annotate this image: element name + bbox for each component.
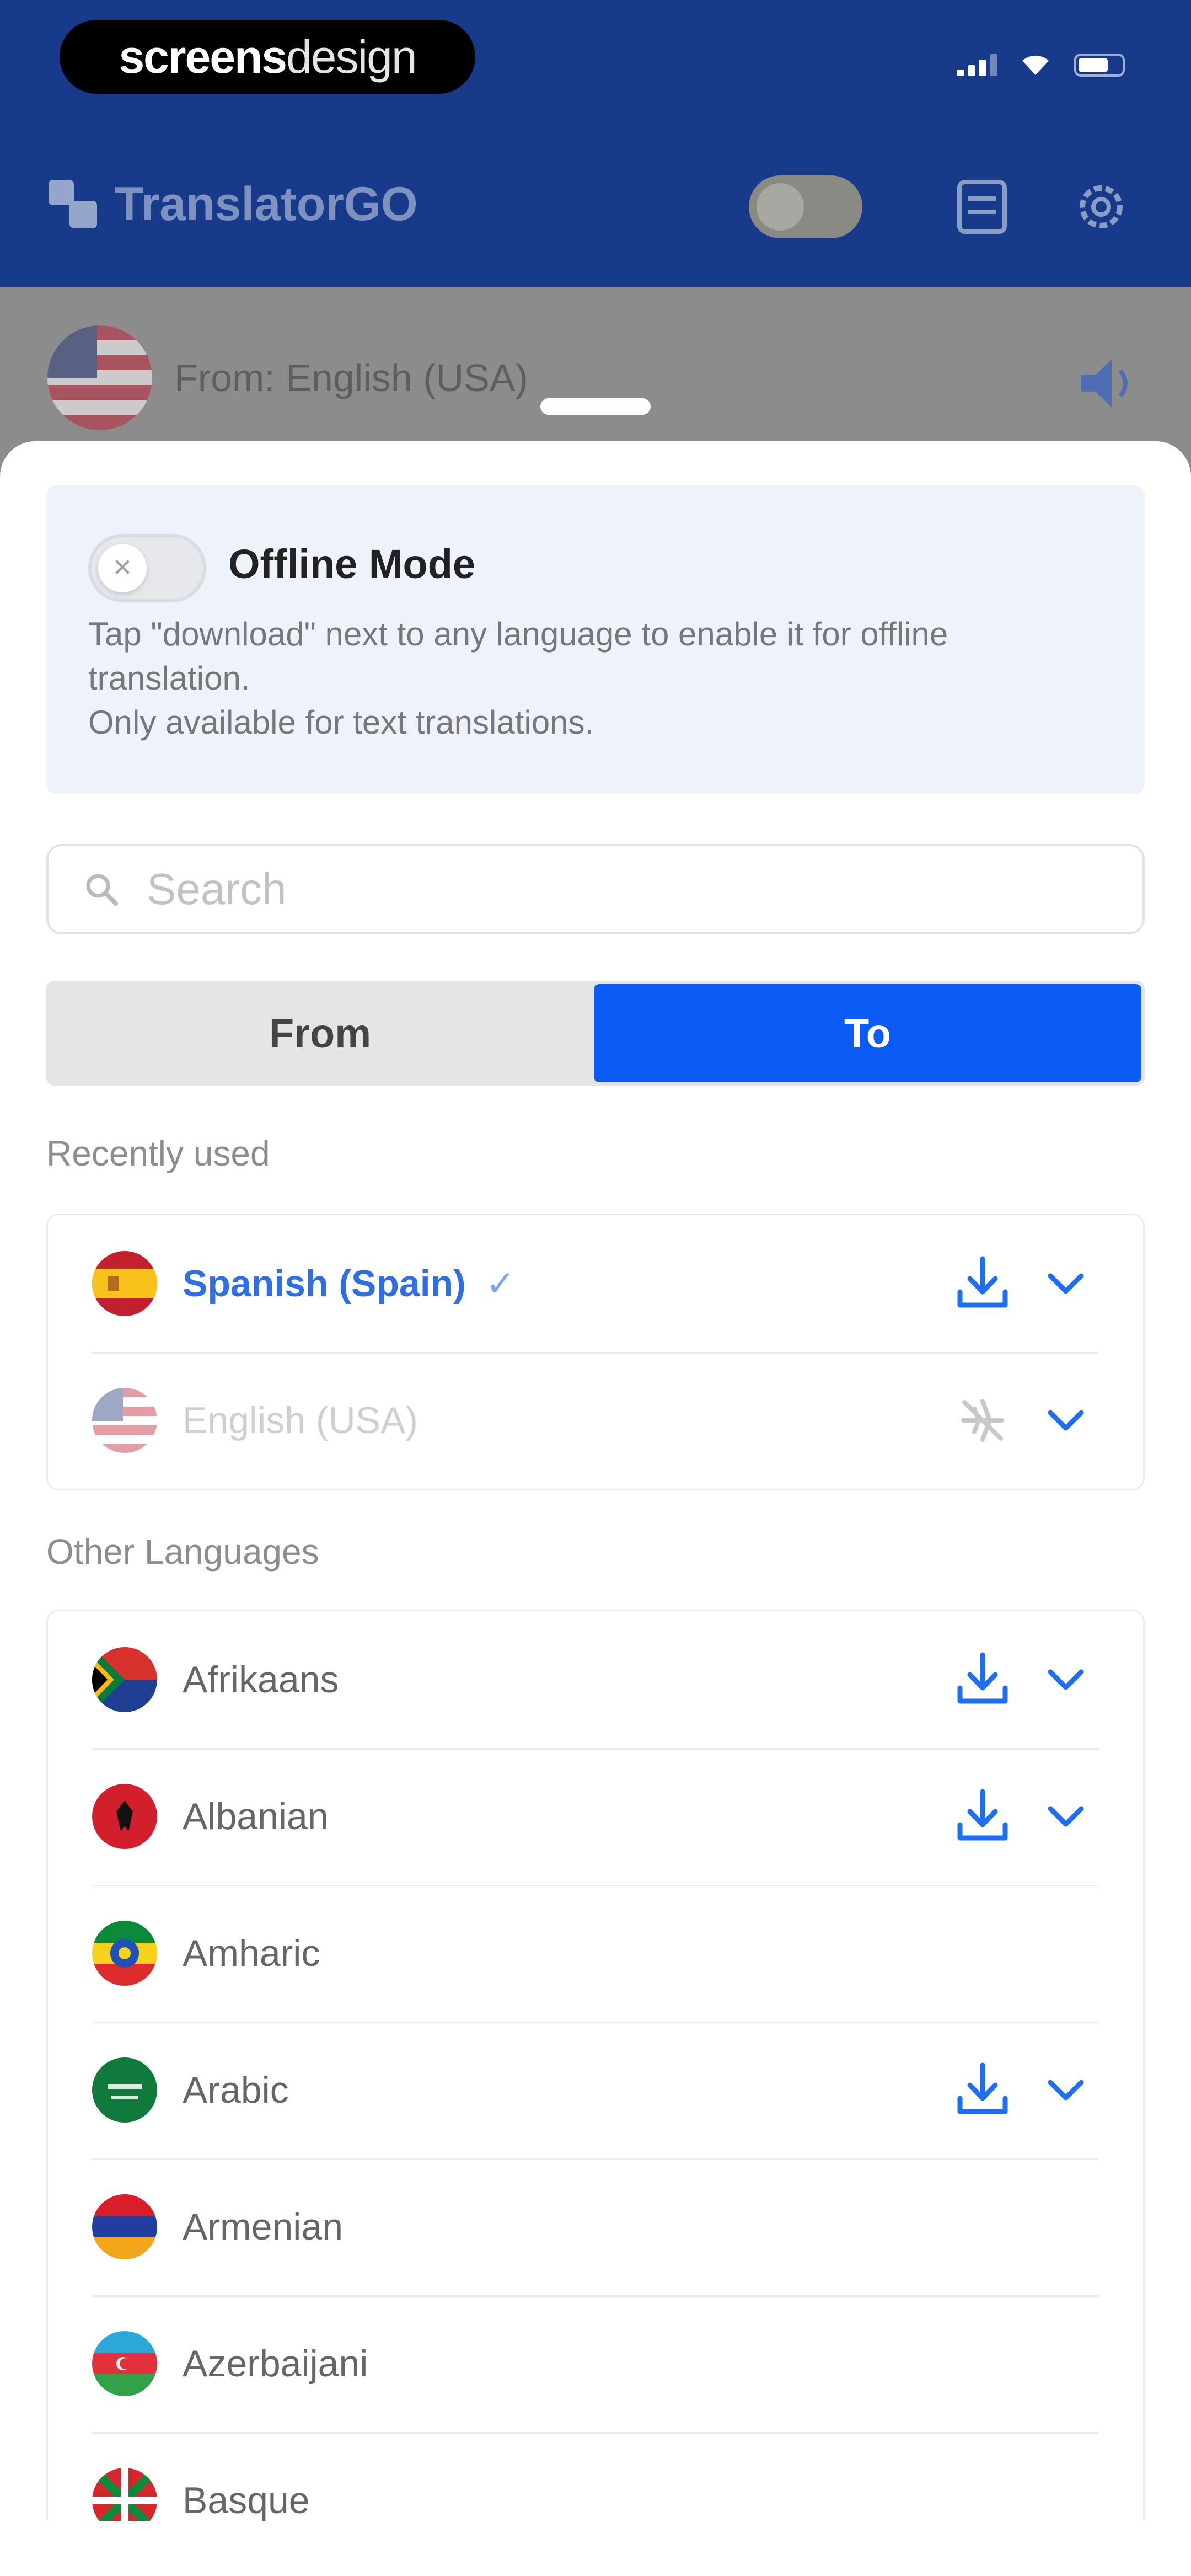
checkmark-icon: ✓: [485, 1263, 516, 1303]
chevron-down-icon[interactable]: [1044, 1794, 1088, 1839]
offline-mode-title: Offline Mode: [228, 541, 476, 587]
language-row-english-usa: English (USA): [48, 1352, 1143, 1489]
spain-flag-icon: [92, 1251, 157, 1316]
language-row-albanian[interactable]: Albanian: [48, 1748, 1143, 1885]
language-row-azerbaijani[interactable]: Azerbaijani: [48, 2295, 1143, 2432]
language-row-spanish-spain[interactable]: Spanish (Spain) ✓: [48, 1215, 1143, 1352]
albania-flag-icon: [92, 1784, 157, 1849]
speaker-icon: [1081, 360, 1128, 407]
battery-icon: [1074, 54, 1125, 77]
language-name: Arabic: [183, 2069, 289, 2111]
language-sheet: ✕ Offline Mode Tap "download" next to an…: [0, 441, 1191, 2576]
translate-logo-icon: [49, 180, 97, 228]
south-africa-flag-icon: [92, 1647, 157, 1712]
download-icon[interactable]: [952, 1649, 1013, 1710]
from-language-row: From: English (USA): [47, 325, 528, 430]
language-name: Azerbaijani: [183, 2343, 368, 2385]
airplane-off-icon: [961, 1399, 1004, 1442]
screensdesign-watermark: screensdesign: [60, 20, 475, 94]
language-name: Basque: [183, 2479, 310, 2521]
direction-tabs: From To: [46, 981, 1145, 1086]
language-name: Amharic: [183, 1932, 320, 1974]
language-name: Spanish (Spain): [183, 1263, 466, 1305]
chevron-down-icon[interactable]: [1044, 1398, 1088, 1442]
language-name: English (USA): [183, 1399, 419, 1441]
recent-languages-card: Spanish (Spain) ✓ English (USA): [46, 1214, 1145, 1490]
offline-quick-toggle[interactable]: [749, 175, 862, 238]
search-icon: [86, 874, 118, 906]
recently-used-heading: Recently used: [46, 1134, 270, 1173]
language-name: Afrikaans: [183, 1659, 339, 1701]
usa-flag-icon: [47, 325, 152, 430]
offline-mode-description: Tap "download" next to any language to e…: [88, 616, 948, 741]
language-row-armenian[interactable]: Armenian: [48, 2158, 1143, 2295]
offline-mode-panel: ✕ Offline Mode Tap "download" next to an…: [46, 485, 1145, 794]
azerbaijan-flag-icon: [92, 2331, 157, 2396]
chevron-down-icon[interactable]: [1044, 1262, 1088, 1306]
status-icons: [957, 53, 1125, 77]
language-row-arabic[interactable]: Arabic: [48, 2022, 1143, 2158]
app-logo: TranslatorGO: [45, 177, 418, 232]
other-languages-heading: Other Languages: [46, 1532, 319, 1572]
app-title: TranslatorGO: [115, 177, 418, 231]
language-row-amharic[interactable]: Amharic: [48, 1885, 1143, 2022]
chevron-down-icon[interactable]: [1044, 1658, 1088, 1702]
wifi-icon: [1022, 55, 1049, 75]
from-language-label: From: English (USA): [174, 356, 528, 399]
sheet-grabber[interactable]: [540, 398, 651, 415]
search-input[interactable]: [146, 863, 1085, 915]
phrasebook-icon[interactable]: [952, 177, 1012, 237]
download-icon[interactable]: [952, 1253, 1013, 1314]
download-icon[interactable]: [952, 2060, 1013, 2120]
close-icon: ✕: [98, 544, 147, 592]
language-name: Albanian: [183, 1795, 329, 1837]
usa-flag-icon: [92, 1388, 157, 1453]
cellular-signal-icon: [957, 54, 997, 76]
saudi-arabia-flag-icon: [92, 2057, 157, 2123]
language-row-afrikaans[interactable]: Afrikaans: [48, 1611, 1143, 1748]
other-languages-card: Afrikaans Albanian Amharic Arabic Armeni…: [46, 1610, 1145, 2547]
language-name: Armenian: [183, 2206, 344, 2248]
chevron-down-icon[interactable]: [1044, 2068, 1088, 2112]
offline-mode-switch[interactable]: ✕: [88, 534, 206, 602]
search-bar[interactable]: [46, 844, 1145, 934]
tab-from[interactable]: From: [46, 981, 594, 1086]
download-icon[interactable]: [952, 1786, 1013, 1847]
tab-to[interactable]: To: [594, 984, 1141, 1082]
settings-gear-icon[interactable]: [1071, 177, 1131, 237]
ethiopia-flag-icon: [92, 1921, 157, 1986]
bottom-safe-area: [0, 2521, 1191, 2576]
armenia-flag-icon: [92, 2194, 157, 2259]
